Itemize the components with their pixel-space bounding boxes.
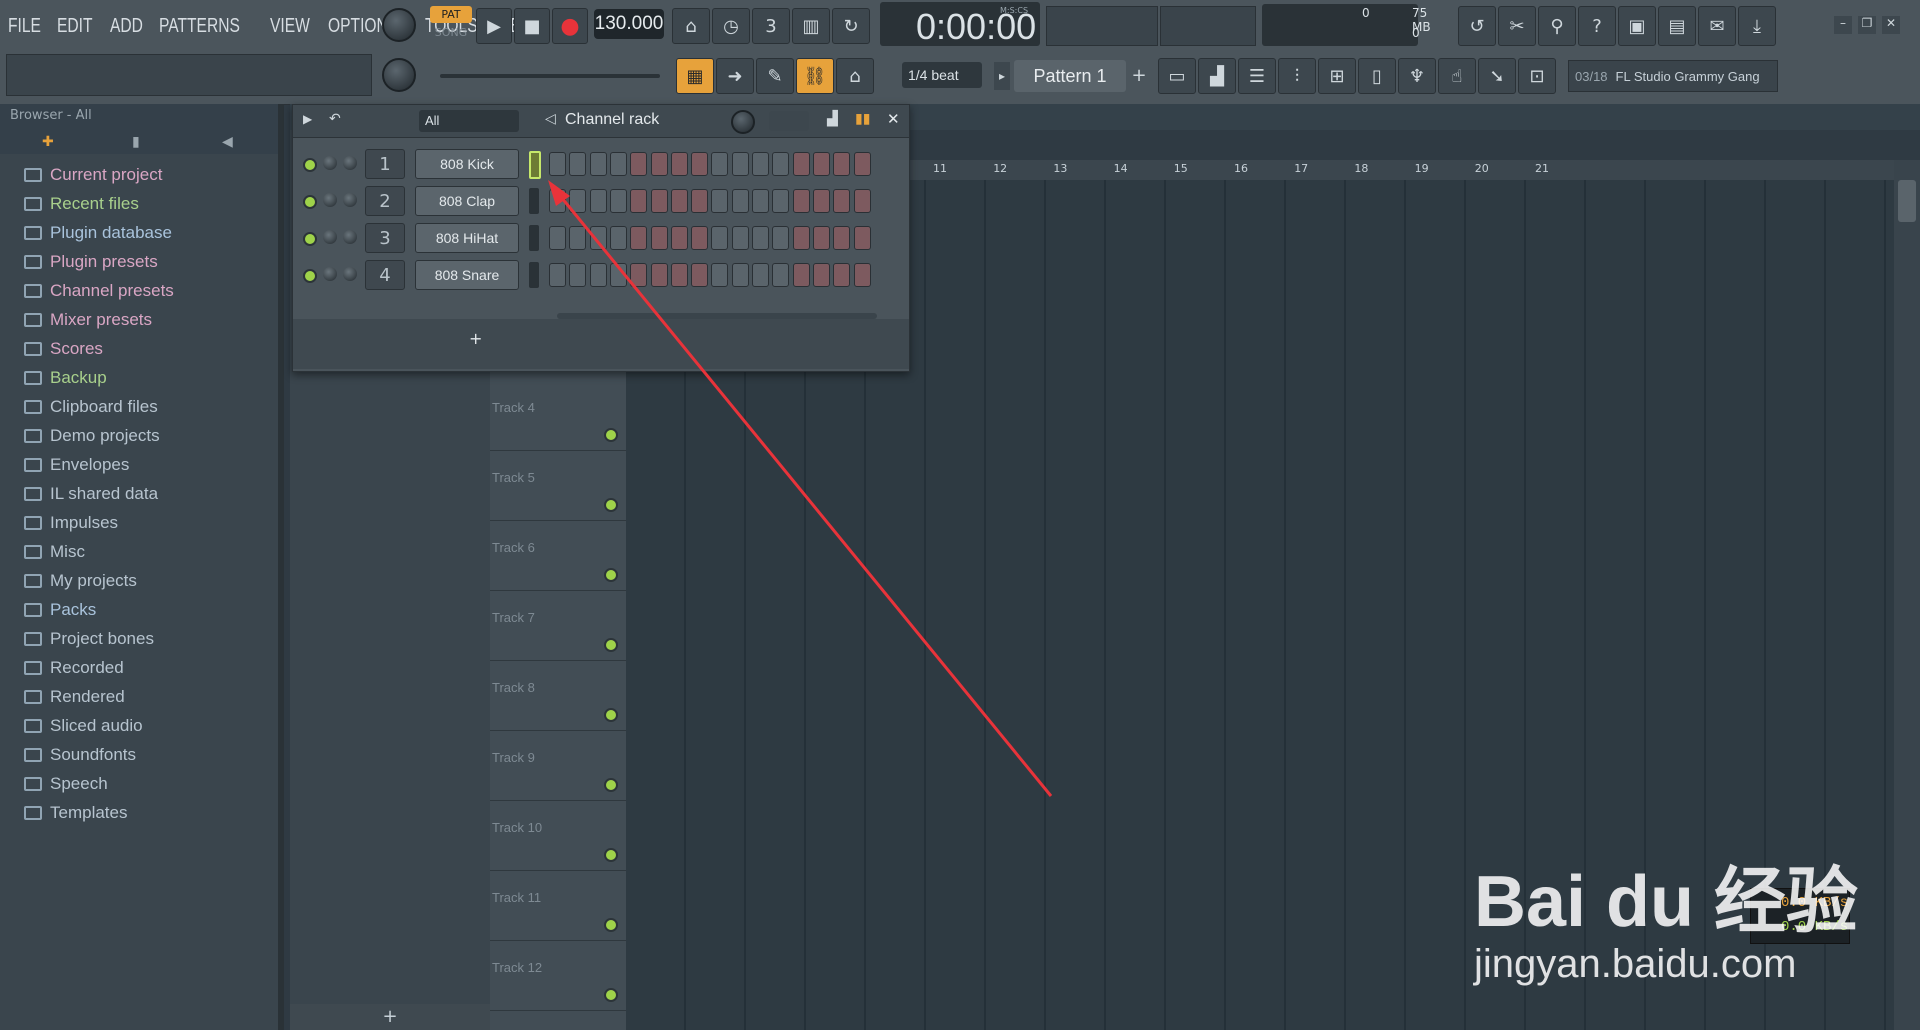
watermark-url: jingyan.baidu.com bbox=[1474, 942, 1797, 986]
watermark-logo: Bai du 经验 bbox=[1474, 862, 1859, 942]
